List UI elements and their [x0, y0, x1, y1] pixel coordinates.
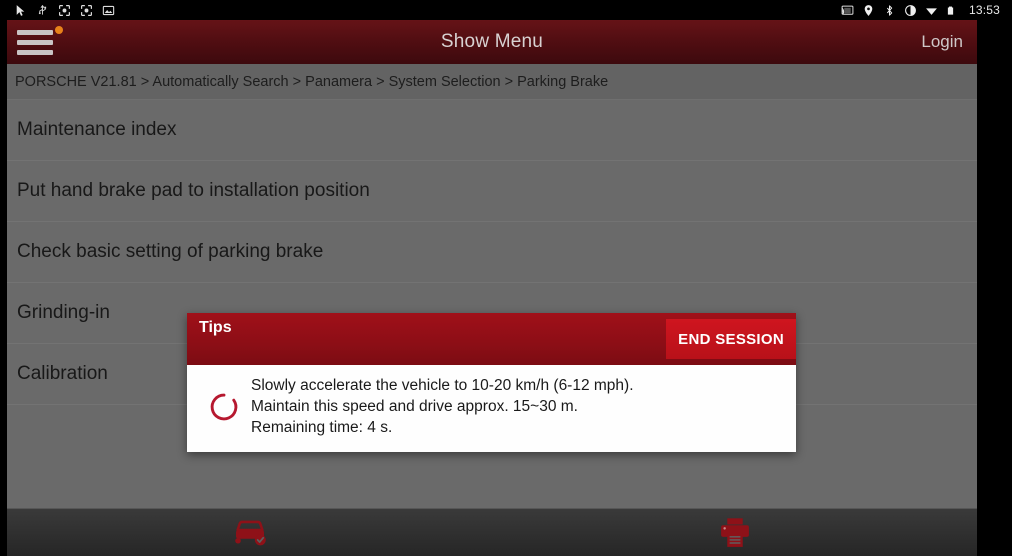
hamburger-menu-icon[interactable]: [17, 26, 63, 57]
dialog-line-1: Slowly accelerate the vehicle to 10-20 k…: [251, 377, 634, 394]
location-icon: [862, 4, 875, 17]
bottom-toolbar: [7, 508, 977, 556]
dialog-line-2: Maintain this speed and drive approx. 15…: [251, 398, 578, 415]
list-item[interactable]: Put hand brake pad to installation posit…: [7, 161, 977, 222]
list-item-label: Maintenance index: [17, 119, 177, 140]
app-bar: Show Menu Login: [7, 20, 977, 64]
vehicle-status-button[interactable]: [190, 510, 310, 556]
image-icon: [102, 4, 115, 17]
list-item-label: Put hand brake pad to installation posit…: [17, 180, 370, 201]
breadcrumb: PORSCHE V21.81 > Automatically Search > …: [7, 64, 977, 100]
cast-icon: [841, 4, 854, 17]
hamburger-bar-3: [17, 49, 53, 55]
loading-spinner-icon: [207, 390, 241, 424]
battery-icon: [946, 4, 959, 17]
list-item-label: Calibration: [17, 363, 108, 384]
app-viewport: Show Menu Login PORSCHE V21.81 > Automat…: [7, 20, 977, 556]
list-item-label: Check basic setting of parking brake: [17, 241, 324, 262]
list-item[interactable]: Check basic setting of parking brake: [7, 222, 977, 283]
screenshot-icon: [58, 4, 71, 17]
hamburger-bar-2: [17, 39, 53, 45]
wifi-icon: [925, 4, 938, 17]
car-check-icon: [230, 516, 270, 549]
tips-dialog: Tips END SESSION Slowly accelerate the v…: [187, 313, 796, 452]
status-bar-left-icons: [0, 4, 115, 17]
print-button[interactable]: [675, 510, 795, 556]
cursor-icon: [14, 4, 27, 17]
menu-list: Maintenance index Put hand brake pad to …: [7, 100, 977, 530]
status-bar-clock: 13:53: [968, 3, 1000, 17]
list-item-label: Grinding-in: [17, 302, 110, 323]
dialog-header: Tips END SESSION: [187, 313, 796, 365]
end-session-button[interactable]: END SESSION: [666, 319, 796, 359]
bluetooth-icon: [883, 4, 896, 17]
dialog-line-3: Remaining time: 4 s.: [251, 419, 393, 436]
usb-icon: [36, 4, 49, 17]
dialog-title: Tips: [199, 319, 232, 336]
list-item[interactable]: Maintenance index: [7, 100, 977, 161]
screenshot-icon-2: [80, 4, 93, 17]
android-status-bar: 13:53: [0, 0, 1012, 20]
login-button[interactable]: Login: [921, 32, 963, 52]
dialog-body: Slowly accelerate the vehicle to 10-20 k…: [187, 365, 796, 452]
status-bar-right-icons: 13:53: [841, 3, 1012, 17]
hamburger-bar-1: [17, 29, 53, 35]
notification-dot: [55, 26, 63, 34]
device-screen: 13:53 Show Menu Login PORSCHE V21.81 > A…: [0, 0, 1012, 556]
dialog-message: Slowly accelerate the vehicle to 10-20 k…: [251, 375, 634, 438]
page-title: Show Menu: [440, 31, 544, 52]
printer-icon: [718, 516, 752, 550]
vibrate-icon: [904, 4, 917, 17]
